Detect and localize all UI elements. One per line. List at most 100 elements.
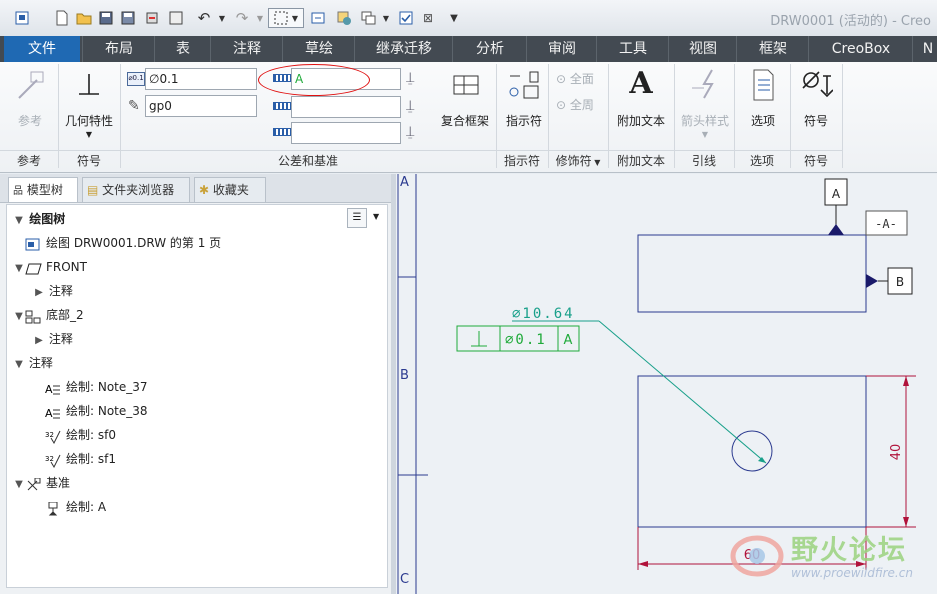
windows-icon[interactable] bbox=[334, 8, 354, 28]
datum-a-triangle bbox=[828, 224, 844, 235]
tab-model-tree[interactable]: 品 模型树 bbox=[8, 177, 78, 202]
all-around-icon: ⊙ bbox=[556, 72, 567, 86]
fcf-perpendicularity-symbol bbox=[471, 331, 487, 347]
tree-header[interactable]: ▼ 绘图树 bbox=[13, 208, 65, 230]
tree-item[interactable]: ▼ 注释 bbox=[13, 352, 53, 374]
redo-dropdown-icon[interactable]: ▼ bbox=[250, 8, 270, 28]
close-window-icon[interactable] bbox=[166, 8, 186, 28]
tree-settings-icon[interactable]: ☰ bbox=[347, 208, 367, 228]
tab-creobox[interactable]: CreoBox bbox=[808, 36, 913, 62]
tree-item[interactable]: 32 绘制: sf1 bbox=[33, 448, 116, 470]
indicator-button[interactable]: 指示符 bbox=[500, 66, 548, 146]
views-icon[interactable] bbox=[358, 8, 378, 28]
options-button[interactable]: 选项 bbox=[738, 66, 788, 146]
tab-folder-browser[interactable]: ▤ 文件夹浏览器 bbox=[82, 177, 190, 202]
datum-select-icon[interactable]: ⍊ bbox=[406, 70, 414, 86]
tab-view[interactable]: 视图 bbox=[668, 36, 737, 62]
chevron-down-icon[interactable]: ▼ bbox=[13, 474, 25, 496]
reference-label: 参考 bbox=[17, 114, 42, 128]
feature-control-frame[interactable]: ∅0.1 A bbox=[456, 325, 580, 352]
all-around-button[interactable]: ⊙ 全面 bbox=[556, 70, 594, 87]
group-modifier-label[interactable]: 修饰符 ▼ bbox=[548, 150, 608, 171]
tree-item-label: 绘制: A bbox=[66, 500, 107, 514]
tree-item[interactable]: A 绘制: Note_37 bbox=[33, 376, 148, 398]
regenerate-icon[interactable] bbox=[142, 8, 162, 28]
chevron-down-icon[interactable]: ▼ bbox=[13, 306, 25, 328]
save-icon[interactable] bbox=[96, 8, 116, 28]
undo-icon[interactable]: ↶ bbox=[194, 8, 214, 28]
redo-icon[interactable]: ↷ bbox=[232, 8, 252, 28]
reference-button[interactable]: 参考 bbox=[6, 66, 54, 146]
tree-item[interactable]: A 绘制: Note_38 bbox=[33, 400, 148, 422]
front-view-outline[interactable] bbox=[637, 234, 867, 313]
tab-sketch[interactable]: 草绘 bbox=[282, 36, 355, 62]
geometric-characteristic-button[interactable]: 几何特性 ▼ bbox=[62, 66, 116, 146]
chevron-down-icon: ▼ bbox=[701, 130, 709, 139]
tree-item-label: 绘图 DRW0001.DRW 的第 1 页 bbox=[46, 236, 222, 250]
tab-favorites[interactable]: ✱ 收藏夹 bbox=[194, 177, 266, 202]
tree-item[interactable]: 32 绘制: sf0 bbox=[33, 424, 116, 446]
customize-icon[interactable]: ▼ bbox=[444, 8, 464, 28]
check-icon[interactable] bbox=[396, 8, 416, 28]
tree-header-label: 绘图树 bbox=[29, 212, 66, 226]
tab-file[interactable]: 文件 bbox=[4, 36, 80, 62]
dimension-arrow bbox=[903, 376, 909, 386]
height-dimension-text[interactable]: 40 bbox=[889, 444, 904, 461]
tab-layout[interactable]: 布局 bbox=[82, 36, 155, 62]
app-menu-icon[interactable] bbox=[12, 8, 32, 28]
tree-settings-dropdown-icon[interactable]: ▼ bbox=[373, 212, 379, 221]
group-tolerance-label: 公差和基准 bbox=[120, 150, 496, 171]
tree-item[interactable]: ▼ 底部_2 bbox=[13, 304, 84, 326]
tree-item[interactable]: ▼ 基准 bbox=[13, 472, 70, 494]
symbol-button[interactable]: 符号 bbox=[794, 66, 838, 146]
tab-tools[interactable]: 工具 bbox=[596, 36, 669, 62]
composite-frame-button[interactable]: 复合框架 bbox=[436, 66, 494, 146]
tree-item[interactable]: ▶ 注释 bbox=[33, 328, 73, 350]
chevron-down-icon[interactable]: ▼ bbox=[13, 258, 25, 280]
close-icon[interactable]: ⊠ bbox=[418, 8, 438, 28]
tab-frame[interactable]: 框架 bbox=[736, 36, 809, 62]
drawing-canvas[interactable]: A B C A -A- B ∅10.64 ∅0.1 A 40 野火论坛 www.… bbox=[396, 174, 937, 594]
datum-select-icon[interactable]: ⍊ bbox=[406, 124, 414, 140]
tab-annotate[interactable]: 注释 bbox=[210, 36, 283, 62]
switch-window-icon[interactable] bbox=[308, 8, 328, 28]
svg-text:A: A bbox=[45, 407, 53, 420]
open-icon[interactable] bbox=[74, 8, 94, 28]
tree-item[interactable]: ▼ FRONT bbox=[13, 256, 87, 278]
views-dropdown-icon[interactable]: ▼ bbox=[376, 8, 396, 28]
symbol-label: 符号 bbox=[803, 114, 828, 128]
save-as-icon[interactable] bbox=[118, 8, 138, 28]
options-icon bbox=[753, 69, 774, 101]
tree-item[interactable]: ▶ 注释 bbox=[33, 280, 73, 302]
tab-legacy-migration[interactable]: 继承迁移 bbox=[354, 36, 453, 62]
group-reference-label: 参考 bbox=[0, 150, 58, 171]
view-icon bbox=[25, 309, 41, 323]
secondary-datum-field[interactable] bbox=[291, 96, 401, 118]
edit-symbol-icon: ✎ bbox=[128, 98, 140, 114]
fcf-datum: A bbox=[564, 333, 573, 348]
symbol-text-field[interactable]: gp0 bbox=[145, 95, 257, 117]
tab-table[interactable]: 表 bbox=[154, 36, 211, 62]
new-icon[interactable] bbox=[52, 8, 72, 28]
tertiary-datum-field[interactable] bbox=[291, 122, 401, 144]
additional-text-button[interactable]: A 附加文本 bbox=[612, 66, 670, 146]
perpendicularity-icon bbox=[79, 74, 99, 95]
tree-item[interactable]: 绘制: A bbox=[33, 496, 106, 518]
tab-analysis[interactable]: 分析 bbox=[452, 36, 527, 62]
tab-more[interactable]: N bbox=[912, 36, 937, 62]
arrow-style-button[interactable]: 箭头样式 ▼ bbox=[678, 66, 732, 146]
diameter-dimension[interactable]: ∅10.64 bbox=[512, 306, 575, 322]
chevron-right-icon[interactable]: ▶ bbox=[33, 282, 45, 304]
all-over-button[interactable]: ⊙ 全周 bbox=[556, 96, 594, 113]
select-box-icon[interactable]: ▼ bbox=[268, 8, 304, 28]
datum-select-icon[interactable]: ⍊ bbox=[406, 98, 414, 114]
tree-item[interactable]: 绘图 DRW0001.DRW 的第 1 页 bbox=[13, 232, 221, 254]
tolerance-value-field[interactable]: ∅0.1 bbox=[145, 68, 257, 90]
tree-item-label: 绘制: Note_38 bbox=[66, 404, 148, 418]
chevron-right-icon[interactable]: ▶ bbox=[33, 330, 45, 352]
undo-dropdown-icon[interactable]: ▼ bbox=[212, 8, 232, 28]
ribbon-tabs: 文件 布局 表 注释 草绘 继承迁移 分析 审阅 工具 视图 框架 CreoBo… bbox=[0, 36, 937, 62]
tertiary-datum-icon bbox=[273, 128, 291, 136]
chevron-down-icon[interactable]: ▼ bbox=[13, 354, 25, 376]
tab-review[interactable]: 审阅 bbox=[526, 36, 597, 62]
